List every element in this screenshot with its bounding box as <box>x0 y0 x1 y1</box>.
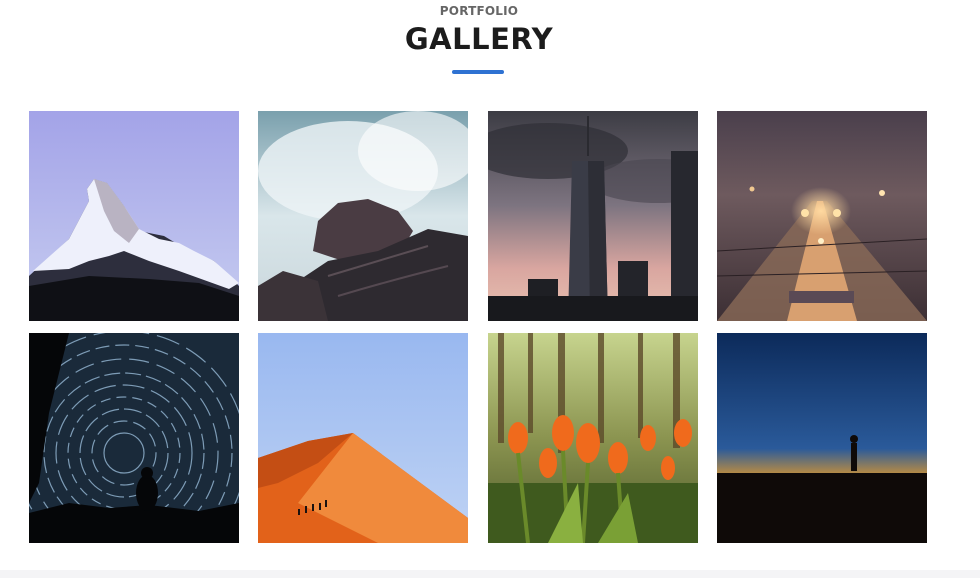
gallery-grid <box>29 111 929 544</box>
gallery-item-dune[interactable] <box>258 333 468 543</box>
gallery-item-star-trails[interactable] <box>29 333 239 543</box>
dune-image <box>258 333 468 543</box>
gallery-item-tulips[interactable] <box>488 333 698 543</box>
gallery-item-skyscraper[interactable] <box>488 111 698 321</box>
mountain-image <box>29 111 239 321</box>
gallery-item-mountain[interactable] <box>29 111 239 321</box>
railway-image <box>717 111 927 321</box>
gallery-item-wave[interactable] <box>258 111 468 321</box>
twilight-image <box>717 333 927 543</box>
wave-image <box>258 111 468 321</box>
star-trails-image <box>29 333 239 543</box>
section-divider <box>0 570 980 578</box>
section-eyebrow: PORTFOLIO <box>439 4 519 18</box>
gallery-item-twilight[interactable] <box>717 333 927 543</box>
tulips-image <box>488 333 698 543</box>
skyscraper-image <box>488 111 698 321</box>
title-underline <box>452 70 504 74</box>
gallery-item-railway[interactable] <box>717 111 927 321</box>
section-title: GALLERY <box>404 22 554 56</box>
